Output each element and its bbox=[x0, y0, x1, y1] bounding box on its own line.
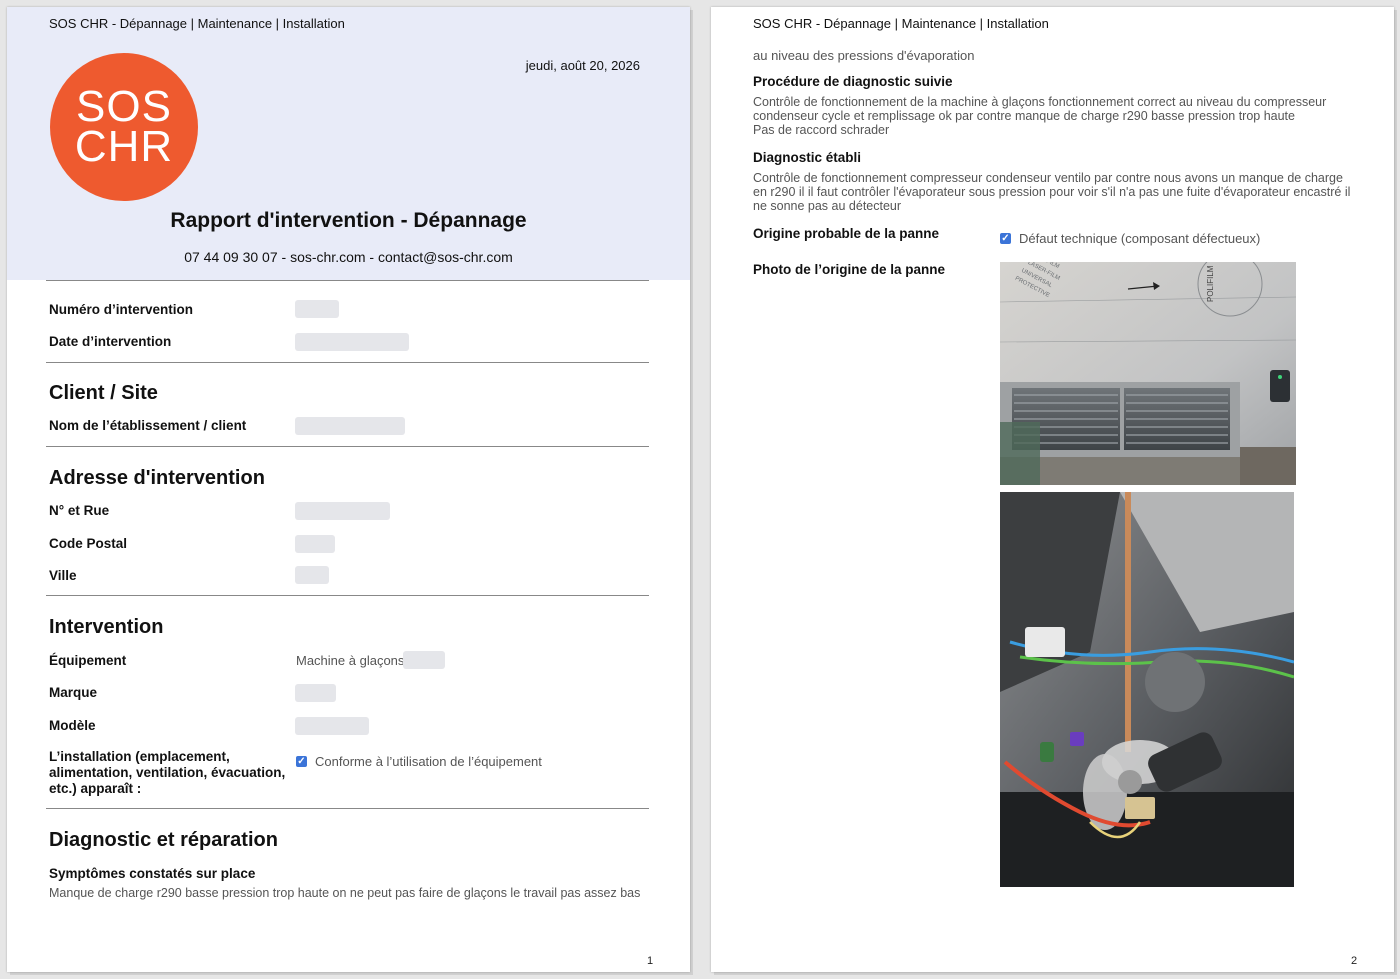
photo-ice-machine-panel: POLIFILM LASER-FILM UNIVERSAL PROTECTIVE… bbox=[1000, 262, 1296, 485]
equipement-value: Machine à glaçons bbox=[296, 653, 405, 668]
photo-label: Photo de l’origine de la panne bbox=[753, 262, 946, 277]
origine-value: Défaut technique (composant défectueux) bbox=[1019, 231, 1261, 246]
divider bbox=[46, 446, 649, 447]
origine-checkbox[interactable]: ✓ bbox=[1000, 233, 1011, 244]
installation-label: L’installation (emplacement, alimentatio… bbox=[49, 749, 286, 796]
diagnostic-etabli-label: Diagnostic établi bbox=[753, 150, 862, 165]
numero-redacted bbox=[295, 300, 339, 318]
origine-label: Origine probable de la panne bbox=[753, 226, 940, 241]
numero-label: Numéro d’intervention bbox=[49, 302, 194, 317]
page-number: 1 bbox=[647, 955, 654, 967]
section-title-intervention: Intervention bbox=[49, 616, 164, 638]
company-line: SOS CHR - Dépannage | Maintenance | Inst… bbox=[49, 16, 345, 31]
symptomes-label: Symptômes constatés sur place bbox=[49, 866, 256, 881]
code-postal-label: Code Postal bbox=[49, 536, 128, 551]
modele-label: Modèle bbox=[49, 718, 96, 733]
modele-redacted bbox=[295, 717, 369, 735]
report-title: Rapport d'intervention - Dépannage bbox=[170, 209, 527, 232]
photo1-brand: POLIFILM bbox=[1206, 265, 1215, 302]
equipement-redacted bbox=[403, 651, 445, 669]
nom-client-label: Nom de l’établissement / client bbox=[49, 418, 247, 433]
section-title-adresse: Adresse d'intervention bbox=[49, 467, 265, 489]
logo-line-2: CHR bbox=[74, 122, 174, 171]
symptomes-value: Manque de charge r290 basse pression tro… bbox=[49, 886, 641, 900]
divider bbox=[46, 280, 649, 281]
date-intervention-label: Date d’intervention bbox=[49, 334, 172, 349]
marque-redacted bbox=[295, 684, 336, 702]
ville-redacted bbox=[295, 566, 329, 584]
installation-value: Conforme à l’utilisation de l’équipement bbox=[315, 754, 542, 769]
section-title-diagnostic: Diagnostic et réparation bbox=[49, 829, 278, 851]
report-date: jeudi, août 20, 2026 bbox=[525, 58, 640, 73]
ville-label: Ville bbox=[49, 568, 77, 583]
divider bbox=[46, 362, 649, 363]
marque-label: Marque bbox=[49, 685, 98, 700]
divider bbox=[46, 595, 649, 596]
logo-line-1: SOS bbox=[76, 82, 172, 131]
code-postal-redacted bbox=[295, 535, 335, 553]
equipement-label: Équipement bbox=[49, 653, 127, 668]
diagnostic-etabli-value: Contrôle de fonctionnement compresseur c… bbox=[753, 171, 1351, 213]
procedure-label: Procédure de diagnostic suivie bbox=[753, 74, 953, 89]
installation-checkbox[interactable]: ✓ bbox=[296, 756, 307, 767]
rue-redacted bbox=[295, 502, 390, 520]
section-title-client: Client / Site bbox=[49, 382, 158, 404]
nom-client-redacted bbox=[295, 417, 405, 435]
date-intervention-redacted bbox=[295, 333, 409, 351]
procedure-value: Contrôle de fonctionnement de la machine… bbox=[753, 95, 1327, 137]
company-logo: SOS CHR bbox=[50, 53, 198, 201]
photo-fan-motor bbox=[1000, 492, 1294, 887]
symptomes-continued: au niveau des pressions d'évaporation bbox=[753, 48, 975, 63]
rue-label: N° et Rue bbox=[49, 503, 110, 518]
contact-line: 07 44 09 30 07 - sos-chr.com - contact@s… bbox=[184, 249, 513, 265]
page-1: SOS CHR - Dépannage | Maintenance | Inst… bbox=[7, 7, 690, 972]
page-number: 2 bbox=[1351, 955, 1358, 967]
company-line: SOS CHR - Dépannage | Maintenance | Inst… bbox=[753, 16, 1049, 31]
divider bbox=[46, 808, 649, 809]
page-2: SOS CHR - Dépannage | Maintenance | Inst… bbox=[711, 7, 1394, 972]
